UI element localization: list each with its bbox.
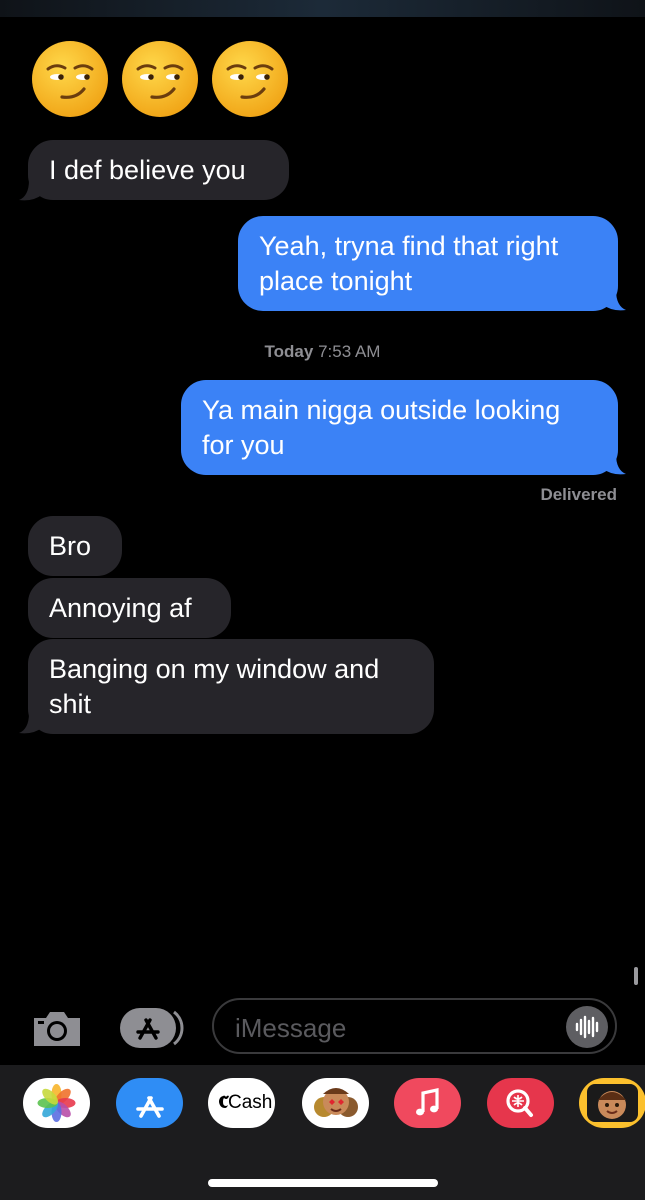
smirking-face-emoji (212, 41, 288, 117)
message-text-line: shit (49, 689, 92, 719)
memoji-stickers-icon[interactable] (302, 1078, 369, 1128)
home-indicator[interactable] (208, 1179, 438, 1187)
bubble-tail (19, 713, 43, 734)
bubble-tail (602, 290, 626, 311)
message-text: Bro (49, 531, 92, 561)
incoming-message-bubble[interactable]: Bro (28, 516, 122, 576)
image-search-icon[interactable] (487, 1078, 554, 1128)
camera-icon[interactable] (30, 1006, 84, 1050)
photos-app-icon[interactable] (23, 1078, 90, 1128)
outgoing-message-bubble[interactable]: Ya main nigga outside looking for you (181, 380, 618, 475)
message-input-placeholder: iMessage (235, 1013, 347, 1043)
outgoing-message-bubble[interactable]: Yeah, tryna find that right place tonigh… (238, 216, 618, 311)
message-text: I def believe you (49, 155, 246, 185)
message-text-line: for you (202, 430, 285, 460)
message-timestamp: Today 7:53 AM (0, 342, 645, 362)
emoji-message (30, 39, 290, 119)
music-app-icon[interactable] (394, 1078, 461, 1128)
scrollbar[interactable] (634, 967, 638, 985)
bubble-tail (602, 454, 626, 475)
message-text-line: Yeah, tryna find that right (259, 231, 559, 261)
message-text-line: Ya main nigga outside looking (202, 395, 561, 425)
delivered-status: Delivered (540, 485, 617, 504)
smirking-face-emoji (122, 41, 198, 117)
message-text: Annoying af (49, 593, 192, 623)
incoming-message-bubble[interactable]: Banging on my window and shit (28, 639, 434, 734)
memoji-icon[interactable] (579, 1078, 645, 1128)
app-store-button-icon[interactable] (118, 1006, 184, 1050)
compose-bar: iMessage (0, 995, 645, 1061)
apple-cash-label: Cash (228, 1092, 273, 1113)
status-bar (0, 0, 645, 17)
message-text-line: Banging on my window and (49, 654, 380, 684)
incoming-message-bubble[interactable]: Annoying af (28, 578, 231, 638)
smirking-face-emoji (32, 41, 108, 117)
timestamp-day: Today (264, 342, 314, 361)
incoming-message-bubble[interactable]: I def believe you (28, 140, 289, 200)
audio-message-icon[interactable] (566, 1006, 608, 1048)
app-store-icon[interactable] (116, 1078, 183, 1128)
bubble-tail (19, 180, 43, 201)
message-input[interactable]: iMessage (212, 998, 617, 1054)
apple-cash-icon[interactable]: Cash (208, 1078, 275, 1128)
timestamp-time: 7:53 AM (318, 342, 381, 361)
message-text-line: place tonight (259, 266, 413, 296)
